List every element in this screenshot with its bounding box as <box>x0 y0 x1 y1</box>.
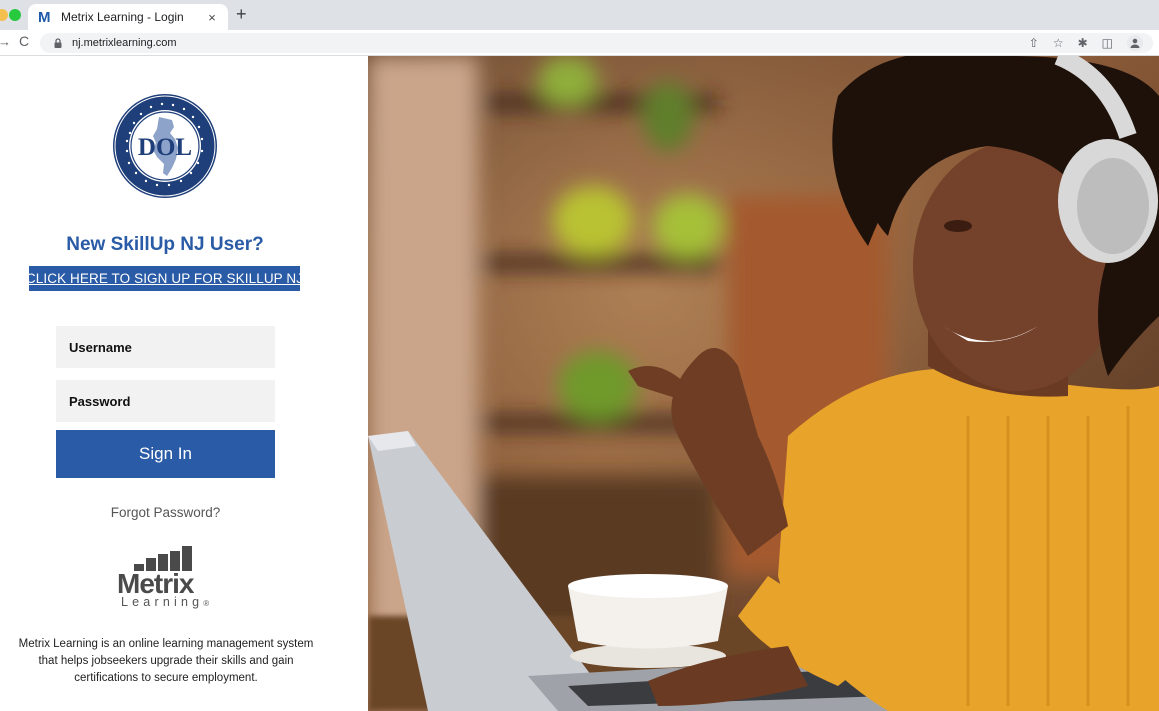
browser-tabbar: M Metrix Learning - Login × + <box>0 0 1159 30</box>
learning-wordmark: Learning® <box>121 595 210 609</box>
username-input[interactable] <box>56 326 275 368</box>
new-tab-icon[interactable]: + <box>236 4 247 24</box>
password-input[interactable] <box>56 380 275 422</box>
metrix-learning-logo: Metrix Learning® <box>116 546 216 612</box>
reload-icon[interactable]: C <box>19 33 29 49</box>
minimize-window-button[interactable] <box>0 9 8 21</box>
metrix-description: Metrix Learning is an online learning ma… <box>18 638 314 684</box>
browser-tab-active[interactable]: M Metrix Learning - Login × <box>28 4 228 30</box>
share-icon[interactable]: ⇧ <box>1029 37 1039 49</box>
url-text: nj.metrixlearning.com <box>72 37 177 49</box>
side-panel-icon[interactable]: ◫ <box>1102 37 1113 49</box>
hero-photo-woman-laptop <box>368 56 1159 711</box>
bookmark-star-icon[interactable]: ☆ <box>1053 37 1064 49</box>
nj-dol-seal-logo: DOL <box>113 94 217 198</box>
address-bar-actions: ⇧ ☆ ✱ ◫ <box>1029 33 1143 53</box>
sign-in-button[interactable]: Sign In <box>56 430 275 478</box>
maximize-window-button[interactable] <box>9 9 21 21</box>
profile-avatar-icon[interactable] <box>1127 35 1143 51</box>
person-icon <box>1130 38 1140 48</box>
login-panel: DOL New SkillUp NJ User? CLICK HERE TO S… <box>0 56 368 711</box>
metrix-wordmark: Metrix <box>117 568 194 599</box>
tab-title: Metrix Learning - Login <box>61 10 184 24</box>
svg-text:DOL: DOL <box>138 134 192 161</box>
new-user-heading: New SkillUp NJ User? <box>66 234 264 255</box>
forgot-password-link[interactable]: Forgot Password? <box>56 505 275 520</box>
extensions-icon[interactable]: ✱ <box>1078 37 1088 49</box>
forward-icon[interactable]: → <box>0 34 11 49</box>
close-tab-icon[interactable]: × <box>204 10 220 25</box>
address-bar[interactable]: nj.metrixlearning.com ⇧ ☆ ✱ ◫ <box>40 33 1153 53</box>
signup-link[interactable]: CLICK HERE TO SIGN UP FOR SKILLUP NJ <box>26 266 303 291</box>
lock-icon <box>54 38 62 48</box>
metrix-favicon-icon: M <box>38 8 51 26</box>
browser-toolbar: → C nj.metrixlearning.com ⇧ ☆ ✱ ◫ <box>0 30 1159 56</box>
